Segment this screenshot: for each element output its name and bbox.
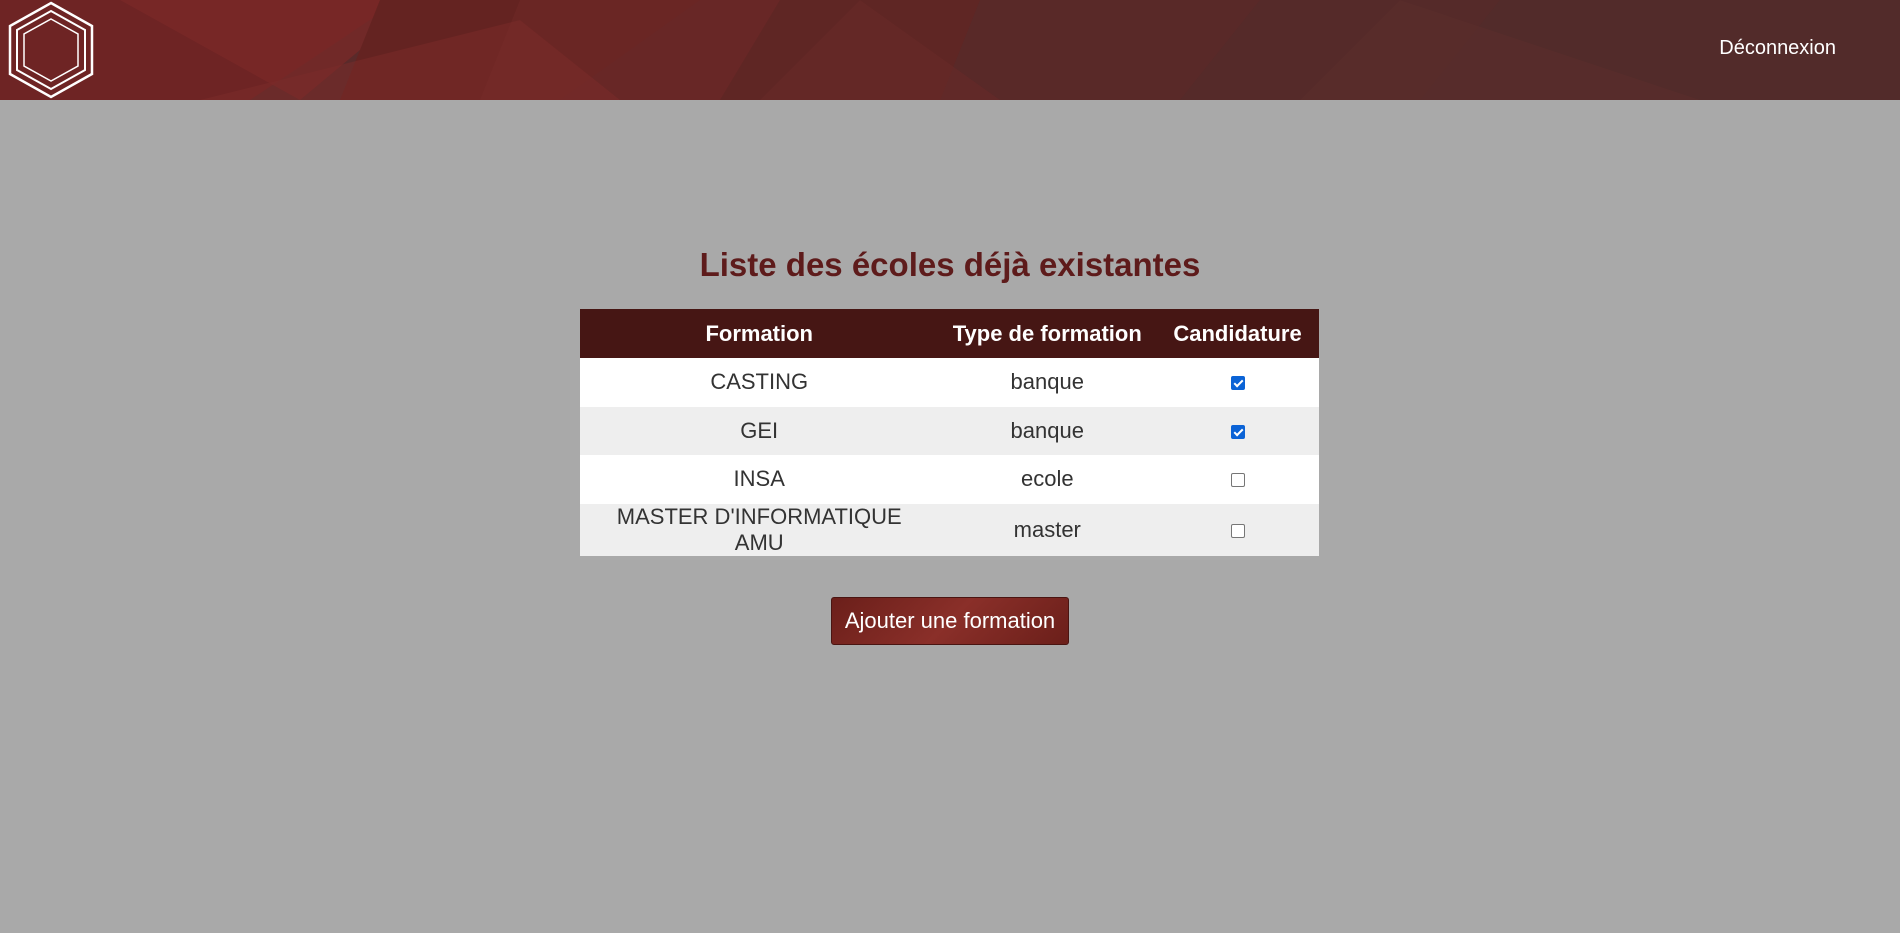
candidature-checkbox[interactable] [1230, 376, 1245, 391]
candidature-checkbox[interactable] [1230, 523, 1245, 538]
cell-formation: INSA [733, 466, 785, 492]
cell-type: ecole [1020, 466, 1074, 492]
mpci-logo[interactable] [2, 1, 100, 99]
cell-candidature [1156, 455, 1319, 504]
table-header-row: Formation Type de formation Candidature [580, 309, 1319, 358]
candidature-checkbox[interactable] [1230, 473, 1245, 488]
cell-formation: GEI [740, 417, 779, 443]
column-header-candidature: Candidature [1173, 320, 1302, 346]
table-row: INSA ecole [580, 455, 1319, 504]
add-formation-button[interactable]: Ajouter une formation [831, 597, 1069, 645]
cell-type: banque [1010, 417, 1084, 443]
table-row: MASTER D'INFORMATIQUE AMU master [580, 503, 1319, 556]
formations-table: Formation Type de formation Candidature … [580, 309, 1319, 556]
formations-table-wrapper: Formation Type de formation Candidature … [580, 309, 1319, 556]
logout-link[interactable]: Déconnexion [1719, 37, 1836, 60]
header-background-pattern [0, 0, 1900, 100]
cell-formation: MASTER D'INFORMATIQUE AMU [616, 503, 902, 555]
mpci-hexagon-logo-icon [8, 1, 94, 99]
cell-candidature [1156, 407, 1319, 456]
header-bar: Déconnexion [0, 0, 1900, 100]
cell-candidature [1156, 504, 1319, 556]
cell-formation: CASTING [710, 369, 809, 395]
table-row: GEI banque [580, 406, 1319, 456]
column-header-type: Type de formation [952, 320, 1142, 346]
table-row: CASTING banque [580, 358, 1319, 407]
candidature-checkbox[interactable] [1230, 424, 1245, 439]
main-content: Liste des écoles déjà existantes Formati… [0, 100, 1900, 933]
cell-candidature [1156, 358, 1319, 407]
cell-type: banque [1010, 369, 1084, 395]
column-header-formation: Formation [705, 320, 813, 346]
page-title: Liste des écoles déjà existantes [699, 246, 1201, 283]
cell-type: master [1013, 516, 1081, 542]
